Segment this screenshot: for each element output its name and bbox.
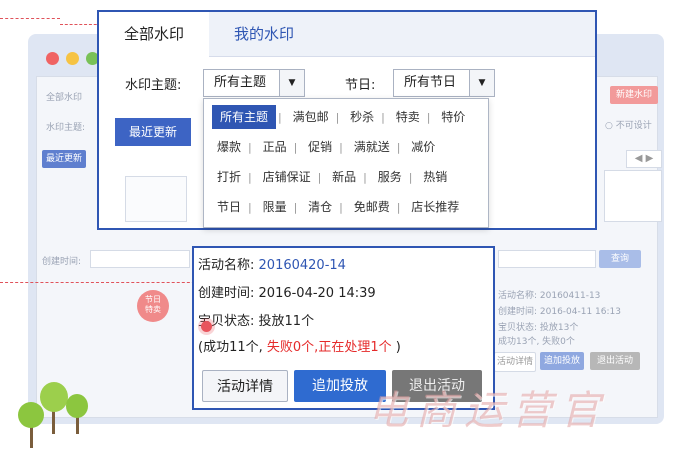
dropdown-option[interactable]: 限量 xyxy=(258,195,292,219)
dropdown-option[interactable]: 促销 xyxy=(303,135,337,159)
bg-created-time-input[interactable] xyxy=(90,250,190,268)
result-summary: (成功11个, 失败0个,正在处理1个 ) xyxy=(198,336,401,355)
dropdown-option[interactable]: 所有主题 xyxy=(212,105,277,129)
holiday-select-value: 所有节日 xyxy=(404,75,457,90)
dropdown-row: 打折 | 店铺保证 | 新品 | 服务 | 热销 xyxy=(212,165,452,189)
item-status-value: 投放11个 xyxy=(258,314,315,329)
dropdown-row: 爆款 | 正品 | 促销 | 满就送 | 减价 xyxy=(212,135,440,159)
bg-side-box xyxy=(604,170,662,222)
callout-marker-bottom xyxy=(201,321,212,332)
dropdown-option[interactable]: 特卖 xyxy=(391,105,425,129)
bg-activity-created: 创建时间: 2016-04-11 16:13 xyxy=(498,307,621,317)
tree-icon xyxy=(66,394,88,418)
tree-icon xyxy=(40,382,68,412)
dropdown-option[interactable]: 特价 xyxy=(436,105,470,129)
tab-my-watermarks[interactable]: 我的水印 xyxy=(209,12,319,56)
dropdown-row: 所有主题 | 满包邮 | 秒杀 | 特卖 | 特价 xyxy=(212,105,470,129)
bg-add-button[interactable]: 追加投放 xyxy=(540,352,584,370)
bg-created-time-input-2[interactable] xyxy=(498,250,596,268)
dropdown-option[interactable]: 减价 xyxy=(406,135,440,159)
bg-not-set-label: 不可设计 xyxy=(615,121,652,131)
connector-line-top xyxy=(0,18,60,19)
chevron-down-icon[interactable]: ▼ xyxy=(279,70,304,96)
dropdown-option[interactable]: 服务 xyxy=(373,165,407,189)
result-processing: 正在处理1个 xyxy=(318,340,392,355)
dropdown-option[interactable]: 店铺保证 xyxy=(258,165,316,189)
holiday-select[interactable]: 所有节日 ▼ xyxy=(393,69,495,97)
bg-pager-arrows[interactable]: ◀ ▶ xyxy=(626,150,662,168)
tree-icon xyxy=(18,402,44,428)
activity-name-value[interactable]: 20160420-14 xyxy=(259,258,346,273)
bg-detail-button[interactable]: 活动详情 xyxy=(494,352,536,372)
bg-activity-result: 成功13个, 失败0个 xyxy=(498,337,575,347)
created-time-value: 2016-04-20 14:39 xyxy=(258,286,376,301)
chevron-down-icon[interactable]: ▼ xyxy=(469,70,494,96)
bg-query-button[interactable]: 查询 xyxy=(599,250,641,268)
tab-bar: 全部水印 我的水印 xyxy=(99,12,595,57)
activity-detail-button[interactable]: 活动详情 xyxy=(202,370,288,402)
dropdown-option[interactable]: 满就送 xyxy=(349,135,395,159)
dropdown-option[interactable]: 店长推荐 xyxy=(406,195,464,219)
theme-label: 水印主题: xyxy=(125,78,182,93)
theme-dropdown-menu: 所有主题 | 满包邮 | 秒杀 | 特卖 | 特价 爆款 | 正品 | 促销 | 满就送 | 减… xyxy=(203,98,489,228)
holiday-label: 节日: xyxy=(345,78,376,93)
watermark-preview-box xyxy=(125,176,187,222)
theme-select-value: 所有主题 xyxy=(214,75,267,90)
dropdown-option[interactable]: 爆款 xyxy=(212,135,246,159)
bg-new-watermark-button[interactable]: 新建水印 xyxy=(610,86,658,104)
result-success: (成功11个, xyxy=(198,340,263,355)
tab-all-watermarks[interactable]: 全部水印 xyxy=(99,12,209,57)
bg-exit-button[interactable]: 退出活动 xyxy=(590,352,640,370)
theme-select[interactable]: 所有主题 ▼ xyxy=(203,69,305,97)
watermark-filter-panel: 全部水印 我的水印 水印主题: 所有主题 ▼ 节日: 所有节日 ▼ 最近更新 所… xyxy=(97,10,597,230)
dropdown-option[interactable]: 清仓 xyxy=(303,195,337,219)
window-minimize-dot[interactable] xyxy=(66,52,79,65)
recent-updates-button[interactable]: 最近更新 xyxy=(115,118,191,146)
bg-activity-status: 宝贝状态: 投放13个 xyxy=(498,323,579,333)
item-status-row: 宝贝状态: 投放11个 xyxy=(198,310,314,329)
bg-recent-button[interactable]: 最近更新 xyxy=(42,150,86,168)
created-time-label: 创建时间: xyxy=(198,286,255,301)
bg-activity-name: 活动名称: 20160411-13 xyxy=(498,291,601,301)
brand-watermark: 电商运营官 xyxy=(368,388,608,434)
dropdown-option[interactable]: 打折 xyxy=(212,165,246,189)
connector-line-bottom xyxy=(0,282,205,283)
activity-name-label: 活动名称: xyxy=(198,258,255,273)
result-close: ) xyxy=(395,340,401,355)
dropdown-option[interactable]: 免邮费 xyxy=(349,195,395,219)
bg-not-set-option[interactable]: ○ 不可设计 xyxy=(605,118,652,131)
created-time-row: 创建时间: 2016-04-20 14:39 xyxy=(198,282,376,301)
dropdown-row: 节日 | 限量 | 清仓 | 免邮费 | 店长推荐 xyxy=(212,195,464,219)
dropdown-option[interactable]: 正品 xyxy=(258,135,292,159)
dropdown-option[interactable]: 满包邮 xyxy=(288,105,334,129)
result-failed: 失败0个 xyxy=(266,340,315,355)
holiday-sale-badge: 节日 特卖 xyxy=(137,290,169,322)
bg-tab-all: 全部水印 xyxy=(46,93,83,103)
dropdown-option[interactable]: 秒杀 xyxy=(345,105,379,129)
bg-theme-label: 水印主题: xyxy=(46,123,86,133)
dropdown-option[interactable]: 新品 xyxy=(327,165,361,189)
dropdown-option[interactable]: 节日 xyxy=(212,195,246,219)
bg-created-time-label: 创建时间: xyxy=(42,257,82,267)
dropdown-option[interactable]: 热销 xyxy=(418,165,452,189)
window-close-dot[interactable] xyxy=(46,52,59,65)
activity-name-row: 活动名称: 20160420-14 xyxy=(198,254,346,273)
